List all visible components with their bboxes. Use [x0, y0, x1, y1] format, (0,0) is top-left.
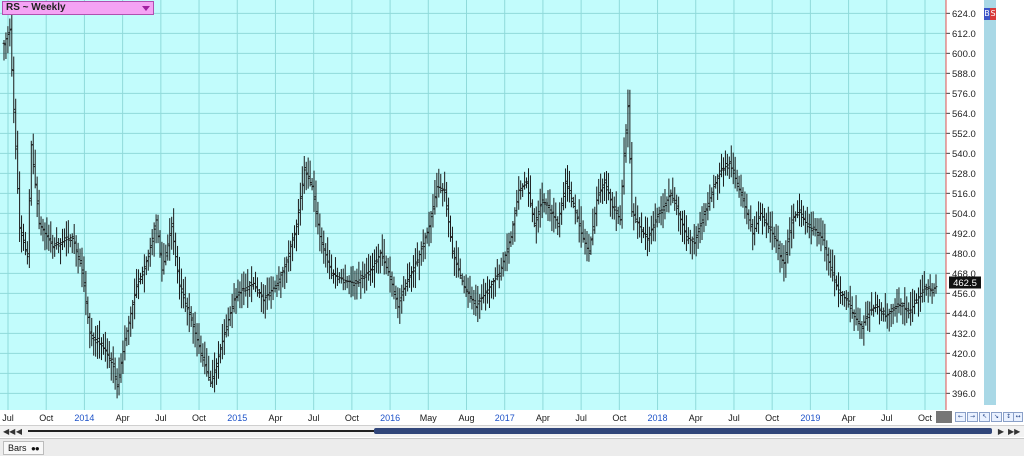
chart-window: 396.0 408.0 420.0 432.0 444.0 456.0 468.0 480.0… [0, 0, 1024, 456]
y-tick-label: 564.0 [952, 109, 976, 120]
y-tick-label: 540.0 [952, 149, 976, 160]
price-chart[interactable]: 396.0408.0420.0432.0444.0456.0468.0480.0… [0, 0, 1024, 456]
y-tick-label: 552.0 [952, 129, 976, 140]
link-icon: ●● [31, 444, 40, 453]
x-tick-label: Apr [268, 413, 282, 423]
zoom-button-3[interactable]: ↖ [979, 412, 990, 422]
y-tick-label: 480.0 [952, 249, 976, 260]
y-tick-label: 504.0 [952, 209, 976, 220]
y-tick-label: 588.0 [952, 69, 976, 80]
x-tick-label: Jul [728, 413, 740, 423]
x-tick-label: Aug [458, 413, 474, 423]
x-tick-label: 2019 [800, 413, 820, 423]
x-tick-label: 2018 [648, 413, 668, 423]
x-tick-label: Apr [116, 413, 130, 423]
bars-tab[interactable]: Bars ●● [3, 441, 44, 455]
x-tick-label: Oct [612, 413, 627, 423]
y-tick-label: 528.0 [952, 169, 976, 180]
y-tick-label: 516.0 [952, 189, 976, 200]
step-left-icon[interactable]: ◀ [14, 427, 24, 436]
y-tick-label: 456.0 [952, 289, 976, 300]
x-tick-label: Apr [842, 413, 856, 423]
y-tick-label: 420.0 [952, 349, 976, 360]
zoom-button-6[interactable]: ↔ [1013, 412, 1023, 422]
y-tick-label: 396.0 [952, 389, 976, 400]
x-tick-label: Oct [192, 413, 207, 423]
y-tick-label: 492.0 [952, 229, 976, 240]
x-tick-label: Jul [308, 413, 320, 423]
scroll-bar[interactable]: ◀◀ ◀ ▶ ▶▶ [0, 425, 1024, 437]
plot-area[interactable] [0, 0, 946, 410]
x-tick-label: May [420, 413, 438, 423]
zoom-button-4[interactable]: ↘ [991, 412, 1002, 422]
x-tick-label: Apr [536, 413, 550, 423]
step-right-icon[interactable]: ▶ [996, 427, 1006, 436]
right-strip [984, 0, 996, 405]
x-tick-label: Apr [689, 413, 703, 423]
x-tick-label: Oct [39, 413, 54, 423]
y-tick-label: 600.0 [952, 49, 976, 60]
y-tick-label: 444.0 [952, 309, 976, 320]
scroll-right-icon[interactable]: ▶▶ [1008, 427, 1020, 436]
scroll-left-icon[interactable]: ◀◀ [3, 427, 15, 436]
y-tick-label: 612.0 [952, 29, 976, 40]
x-tick-label: Oct [765, 413, 780, 423]
y-tick-label: 576.0 [952, 89, 976, 100]
x-tick-label: Jul [575, 413, 587, 423]
x-tick-label: 2016 [380, 413, 400, 423]
x-tick-label: 2015 [227, 413, 247, 423]
zoom-button-2[interactable]: → [967, 412, 978, 422]
status-bar: Bars ●● [0, 438, 1024, 456]
chevron-down-icon[interactable] [142, 6, 150, 11]
x-tick-label: 2014 [74, 413, 94, 423]
y-tick-label: 624.0 [952, 9, 976, 20]
x-tick-label: Jul [2, 413, 14, 423]
x-tick-label: 2017 [495, 413, 515, 423]
zoom-button-1[interactable]: ← [955, 412, 966, 422]
sell-flag-icon[interactable]: S [990, 8, 996, 20]
last-price-label: 462.5 [953, 278, 977, 289]
corner-square [936, 411, 952, 423]
x-tick-label: Jul [881, 413, 893, 423]
scroll-thumb[interactable] [374, 428, 992, 434]
x-tick-label: Oct [918, 413, 933, 423]
bars-tab-label: Bars [8, 443, 27, 453]
symbol-selector[interactable]: RS ~ Weekly [2, 1, 154, 15]
x-tick-label: Oct [345, 413, 360, 423]
symbol-label: RS ~ Weekly [6, 2, 66, 13]
y-tick-label: 408.0 [952, 369, 976, 380]
x-tick-label: Jul [155, 413, 167, 423]
y-tick-label: 432.0 [952, 329, 976, 340]
